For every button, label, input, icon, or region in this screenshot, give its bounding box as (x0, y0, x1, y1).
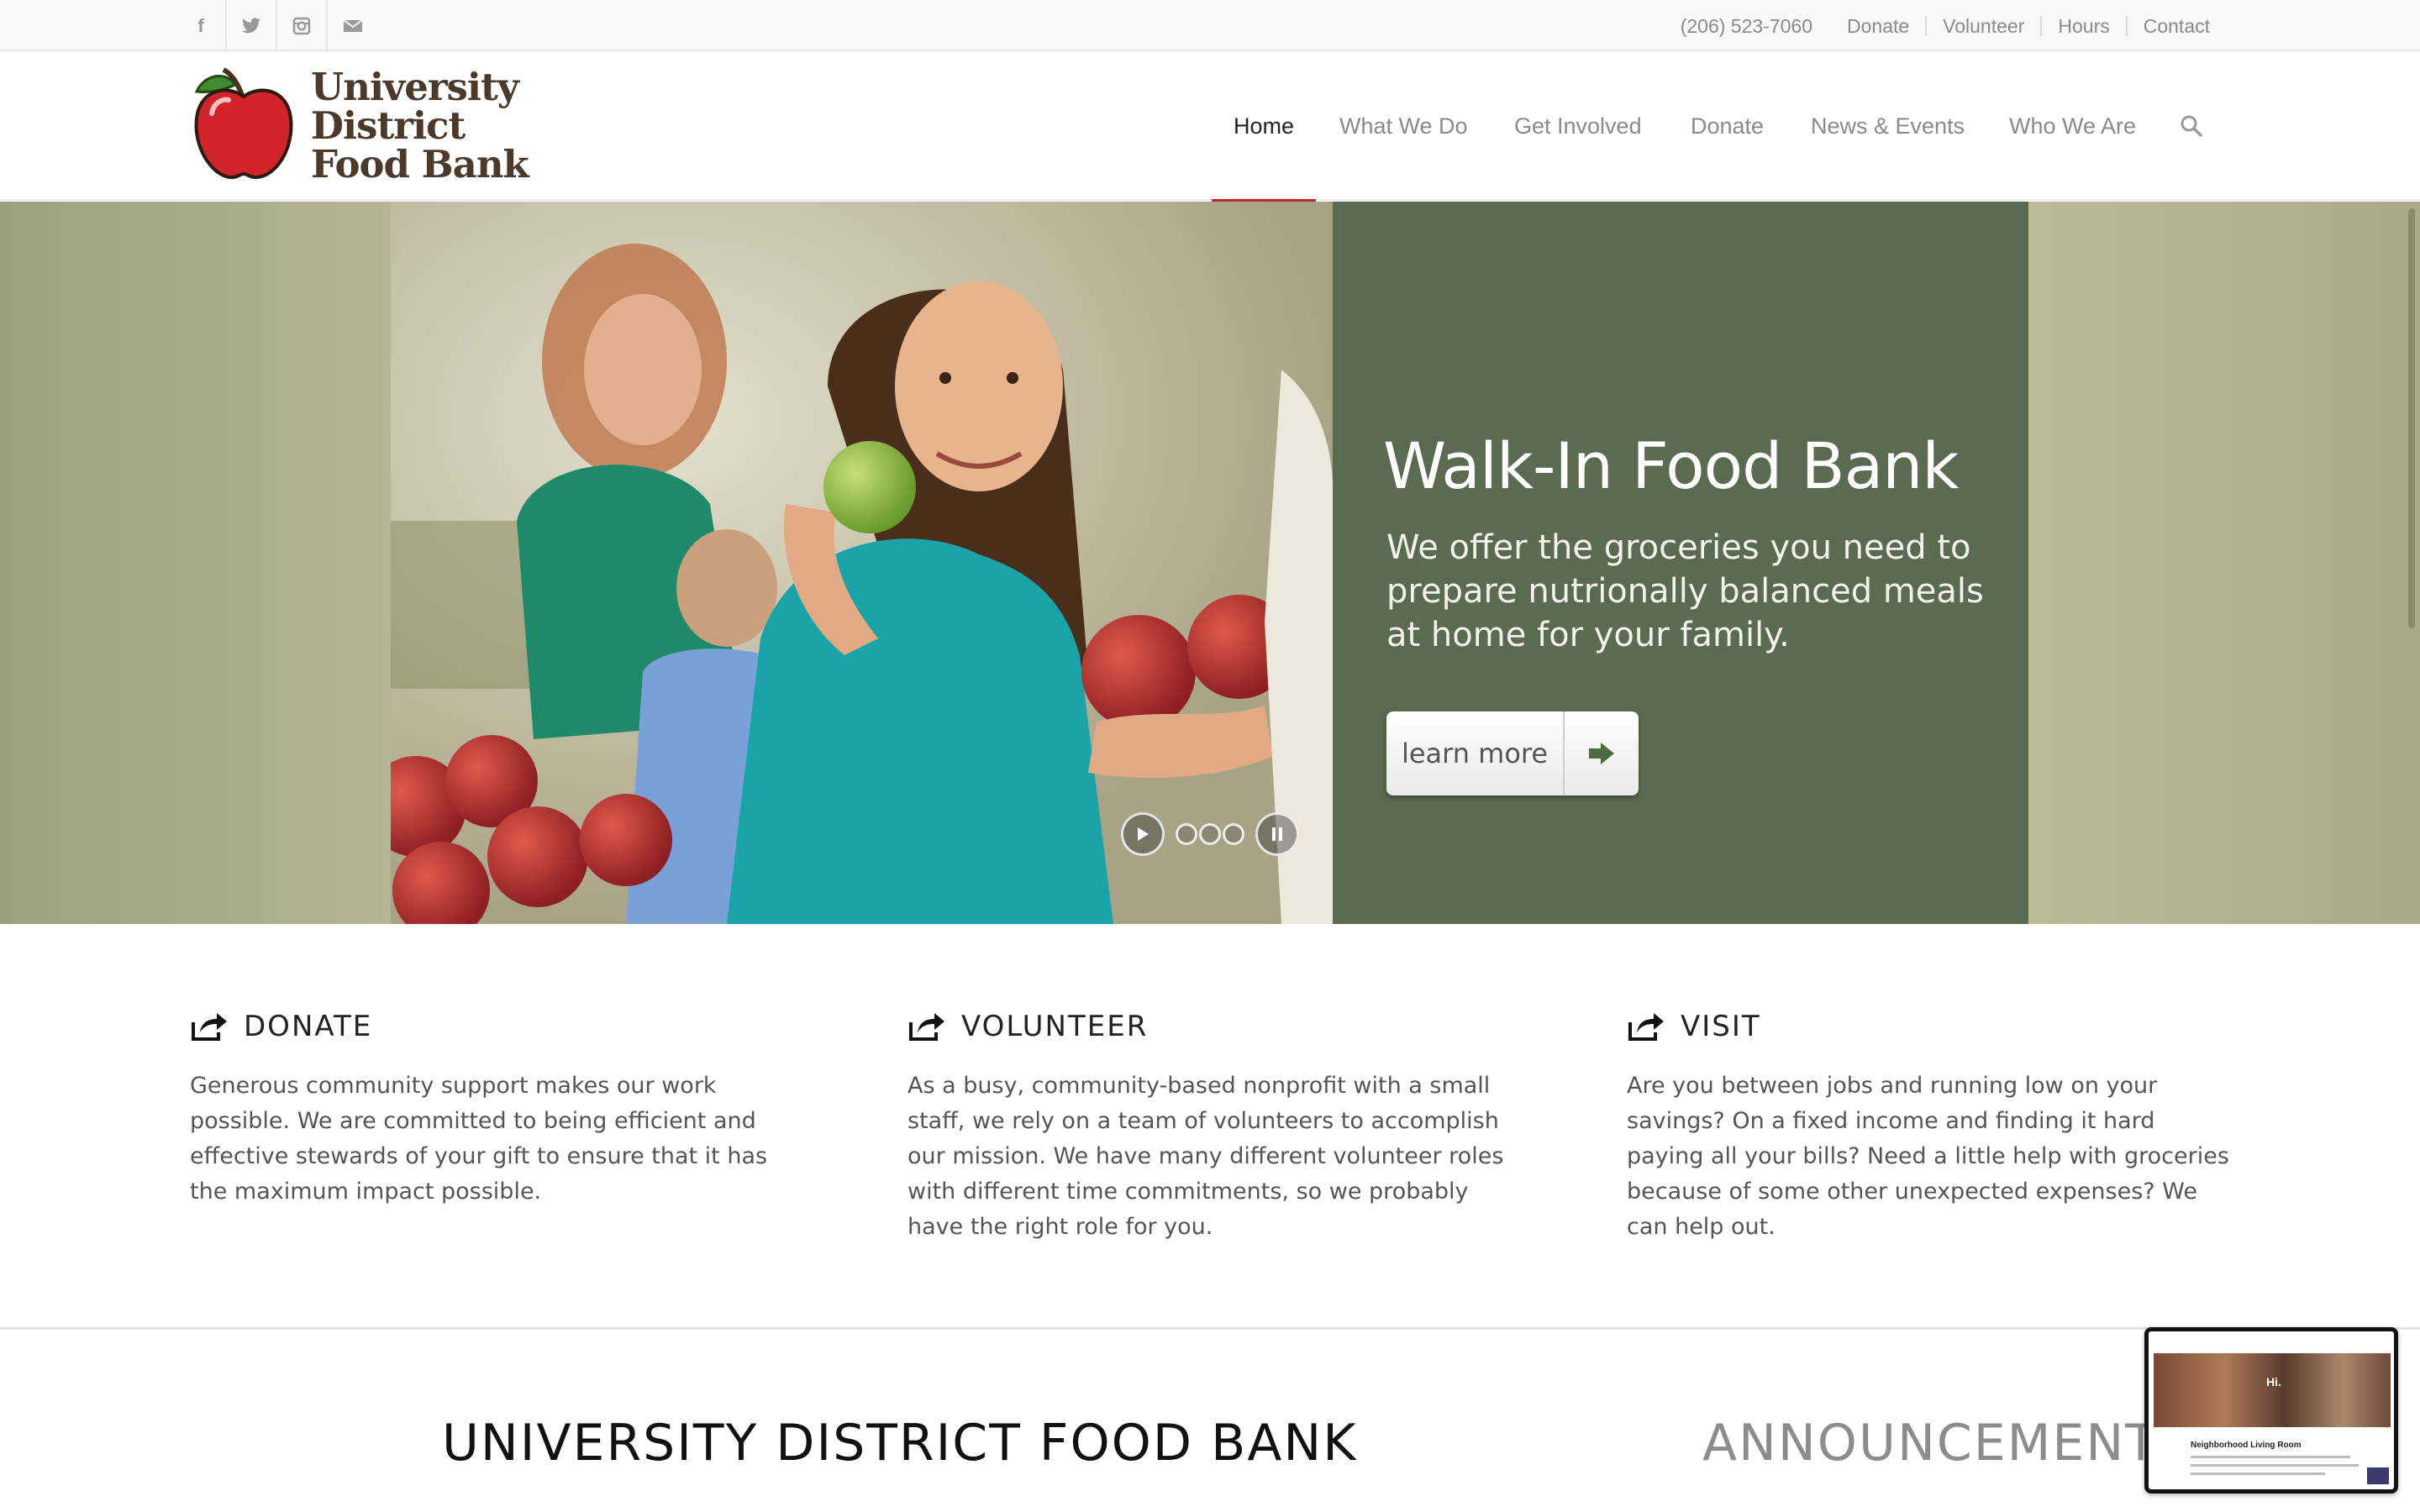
visit-heading[interactable]: VISIT (1627, 1008, 2232, 1045)
slider-controls (1121, 812, 1299, 856)
logo-line-3: Food Bank (311, 142, 529, 186)
slide-dot-2[interactable] (1199, 823, 1221, 845)
video-text-line (2191, 1473, 2325, 1475)
nav-donate[interactable]: Donate (1691, 51, 1764, 201)
video-text-line (2191, 1464, 2359, 1467)
donate-title: DONATE (244, 1010, 373, 1043)
top-links: (206) 523-7060 Donate Volunteer Hours Co… (1665, 0, 2226, 51)
top-utility-bar: f (206) 523-7060 Donate Volunteer Hours … (0, 0, 2420, 51)
logo-wordmark: University District Food Bank (311, 68, 529, 184)
search-icon[interactable] (2180, 51, 2203, 201)
apple-logo-icon (194, 67, 293, 180)
volunteer-text: As a busy, community-based nonprofit wit… (908, 1073, 1504, 1240)
learn-more-button[interactable]: learn more (1386, 711, 1639, 795)
play-icon[interactable] (1121, 812, 1165, 856)
nav-news-events[interactable]: News & Events (1811, 51, 1965, 201)
logo-line-1: University (311, 65, 519, 109)
mail-icon[interactable] (328, 0, 378, 51)
share-arrow-icon (909, 1013, 944, 1041)
twitter-icon[interactable] (227, 0, 277, 51)
learn-more-label: learn more (1401, 738, 1549, 769)
slide-dot-3[interactable] (1223, 823, 1244, 845)
nav-what-we-do[interactable]: What We Do (1339, 51, 1468, 201)
hero-text-panel: Walk-In Food Bank We offer the groceries… (1333, 202, 2028, 924)
video-text-line (2191, 1456, 2350, 1458)
social-links: f (176, 0, 378, 51)
about-section: UNIVERSITY DISTRICT FOOD BANK ANNOUNCEME… (0, 1327, 2420, 1512)
site-logo[interactable]: University District Food Bank (190, 66, 543, 184)
donate-heading[interactable]: DONATE (190, 1008, 795, 1045)
video-badge (2367, 1467, 2389, 1484)
visit-text: Are you between jobs and running low on … (1627, 1073, 2229, 1240)
donate-text: Generous community support makes our wor… (190, 1073, 768, 1205)
nav-get-involved[interactable]: Get Involved (1514, 51, 1642, 201)
site-header: University District Food Bank Home What … (0, 51, 2420, 202)
volunteer-column: VOLUNTEER As a busy, community-based non… (908, 1008, 1512, 1245)
section-title: UNIVERSITY DISTRICT FOOD BANK (442, 1414, 1358, 1473)
arrow-right-icon (1565, 741, 1639, 766)
facebook-icon[interactable]: f (176, 0, 227, 51)
share-arrow-icon (192, 1013, 227, 1041)
visit-title: VISIT (1681, 1010, 1761, 1043)
share-arrow-icon (1628, 1013, 1664, 1041)
video-hi-text: Hi. (2266, 1375, 2281, 1389)
hero-slider: Walk-In Food Bank We offer the groceries… (0, 202, 2420, 924)
video-preview-thumbnail[interactable]: Hi. Neighborhood Living Room (2144, 1327, 2398, 1494)
top-link-hours[interactable]: Hours (2040, 15, 2125, 36)
top-link-contact[interactable]: Contact (2125, 15, 2226, 36)
pause-icon[interactable] (1255, 812, 1299, 856)
nav-who-we-are[interactable]: Who We Are (2009, 51, 2136, 201)
hero-title: Walk-In Food Bank (1383, 428, 1959, 503)
video-preview-image (2154, 1353, 2391, 1427)
top-link-donate[interactable]: Donate (1831, 16, 1925, 36)
slide-dot-1[interactable] (1176, 823, 1197, 845)
instagram-icon[interactable] (277, 0, 328, 51)
donate-column: DONATE Generous community support makes … (190, 1008, 795, 1210)
top-link-volunteer[interactable]: Volunteer (1925, 15, 2040, 36)
visit-column: VISIT Are you between jobs and running l… (1627, 1008, 2232, 1245)
phone-number-link[interactable]: (206) 523-7060 (1665, 16, 1831, 36)
page-scrollbar[interactable] (2408, 208, 2415, 628)
hero-subtitle: We offer the groceries you need to prepa… (1386, 528, 1984, 654)
logo-line-2: District (311, 103, 466, 148)
video-caption: Neighborhood Living Room (2191, 1441, 2302, 1450)
announcements-title: ANNOUNCEMENTS (1702, 1414, 2191, 1473)
volunteer-title: VOLUNTEER (961, 1010, 1149, 1043)
volunteer-heading[interactable]: VOLUNTEER (908, 1008, 1512, 1045)
nav-home-label: Home (1234, 113, 1295, 139)
nav-home[interactable]: Home (1212, 51, 1317, 202)
